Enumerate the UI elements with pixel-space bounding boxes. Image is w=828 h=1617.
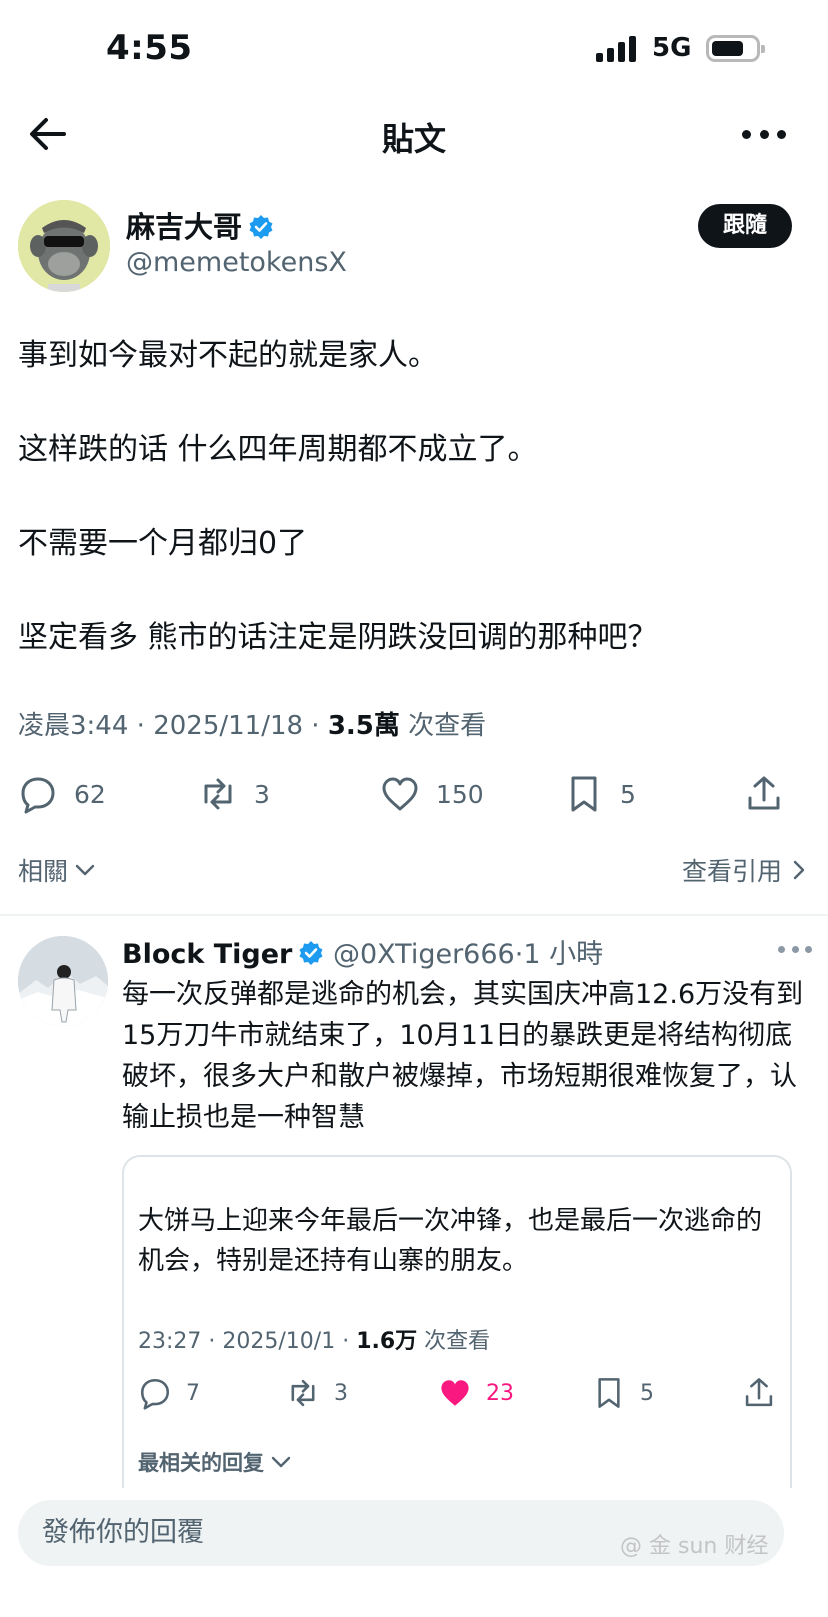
heart-icon [382, 777, 418, 811]
separator: · [128, 711, 154, 741]
post-views: 3.5萬 [327, 711, 400, 741]
most-relevant-replies-dropdown[interactable]: 最相关的回复 [138, 1447, 292, 1477]
page-title: 貼文 [381, 120, 446, 158]
quote-meta: 23:27 · 2025/10/1 · 1.6万 次查看 [138, 1323, 490, 1355]
post-text-line: 这样跌的话 什么四年周期都不成立了。 [18, 432, 538, 467]
quote-share-button[interactable] [742, 1373, 790, 1413]
reply-author-handle[interactable]: @0XTiger666 [333, 939, 515, 970]
quote-bookmark-count: 5 [640, 1380, 654, 1406]
most-relevant-label: 最相关的回复 [138, 1451, 264, 1475]
post-text-line: 坚定看多 熊市的话注定是阴跌没回调的那种吧？ [18, 620, 658, 655]
bookmark-count: 5 [620, 779, 636, 809]
divider [0, 914, 828, 916]
like-button[interactable]: 150 [380, 772, 484, 816]
repost-icon [291, 1379, 315, 1407]
repost-count: 3 [254, 779, 270, 809]
reply-age: 1 小時 [523, 939, 604, 970]
separator: · [303, 711, 328, 741]
chevron-right-icon [793, 860, 805, 880]
share-icon [748, 776, 780, 810]
top-nav: 貼文 [0, 100, 828, 170]
signal-icon [596, 36, 640, 62]
related-dropdown[interactable]: 相關 [18, 852, 96, 888]
avatar[interactable] [18, 200, 110, 292]
quote-actions: 7 3 23 5 [138, 1373, 778, 1413]
separator: · [335, 1329, 357, 1354]
quote-repost-count: 3 [334, 1380, 348, 1406]
reply-author-name[interactable]: Block Tiger [122, 939, 292, 970]
status-time: 4:55 [106, 28, 193, 68]
follow-button[interactable]: 跟隨 [698, 204, 792, 248]
quote-text: 大饼马上迎来今年最后一次冲锋，也是最后一次逃命的机会，特别是还持有山寨的朋友。 [138, 1206, 763, 1276]
post-author: 麻吉大哥 @memetokensX 跟隨 [18, 200, 808, 292]
separator: · [201, 1329, 223, 1354]
reply-header: Block Tiger @0XTiger666·1 小時 [122, 932, 812, 974]
post-views-label: 次查看 [408, 711, 487, 741]
status-bar: 4:55 5G [0, 0, 828, 100]
more-horizontal-icon[interactable] [742, 116, 786, 152]
comment-icon [140, 1378, 170, 1410]
view-quotes-label: 查看引用 [681, 857, 782, 886]
quote-date: 2025/10/1 [222, 1329, 336, 1354]
post-meta: 凌晨3:44 · 2025/11/18 · 3.5萬 次查看 [18, 705, 486, 742]
battery-icon [706, 35, 765, 62]
post-body: 事到如今最对不起的就是家人。 这样跌的话 什么四年周期都不成立了。 不需要一个月… [18, 334, 808, 710]
heart-filled-icon [441, 1380, 469, 1406]
quote-like-count: 23 [486, 1380, 514, 1406]
repost-icon [204, 778, 232, 810]
quote-views-label: 次查看 [424, 1329, 491, 1354]
post-time[interactable]: 凌晨3:44 [18, 711, 128, 741]
quote-repost-button[interactable]: 3 [286, 1373, 348, 1413]
bookmark-icon [598, 1378, 620, 1408]
reply-composer: 發佈你的回覆 @ 金 sun 财经 [0, 1488, 828, 1617]
quoted-post[interactable]: 大饼马上迎来今年最后一次冲锋，也是最后一次逃命的机会，特别是还持有山寨的朋友。 … [122, 1155, 792, 1495]
reply-text: 每一次反弹都是逃命的机会，其实国庆冲高12.6万没有到15万刀牛市就结束了，10… [122, 979, 804, 1133]
repost-button[interactable]: 3 [198, 772, 270, 816]
like-count: 150 [436, 779, 484, 809]
related-row: 相關 查看引用 [18, 848, 810, 892]
post-text-line: 不需要一个月都归0了 [18, 526, 308, 561]
quote-reply-count: 7 [186, 1380, 200, 1406]
post-text-line: 事到如今最对不起的就是家人。 [18, 338, 438, 373]
avatar[interactable] [18, 936, 108, 1026]
author-name-text: 麻吉大哥 [126, 210, 243, 244]
reply-count: 62 [74, 779, 106, 809]
quote-like-button[interactable]: 23 [438, 1373, 514, 1413]
verified-badge-icon [249, 215, 273, 239]
bookmark-icon [571, 776, 597, 812]
reply-button[interactable]: 62 [18, 772, 106, 816]
post-actions: 62 3 150 5 [18, 772, 810, 816]
author-handle[interactable]: @memetokensX [126, 247, 347, 278]
verified-badge-icon [299, 941, 323, 965]
watermark: @ 金 sun 财经 [620, 1534, 769, 1559]
chevron-down-icon [271, 1456, 291, 1468]
chevron-down-icon [75, 864, 95, 876]
related-label: 相關 [18, 857, 69, 886]
share-icon [745, 1378, 773, 1407]
quote-reply-button[interactable]: 7 [138, 1373, 200, 1413]
share-button[interactable] [744, 772, 800, 816]
quote-views: 1.6万 [356, 1329, 418, 1354]
comment-icon [21, 777, 55, 814]
network-label: 5G [652, 33, 692, 63]
view-quotes-link[interactable]: 查看引用 [682, 852, 810, 888]
post-date[interactable]: 2025/11/18 [153, 711, 303, 741]
bookmark-button[interactable]: 5 [564, 772, 636, 816]
quote-time: 23:27 [138, 1329, 202, 1354]
quote-bookmark-button[interactable]: 5 [592, 1373, 654, 1413]
more-horizontal-icon[interactable] [778, 946, 812, 956]
author-name[interactable]: 麻吉大哥 [126, 204, 274, 246]
